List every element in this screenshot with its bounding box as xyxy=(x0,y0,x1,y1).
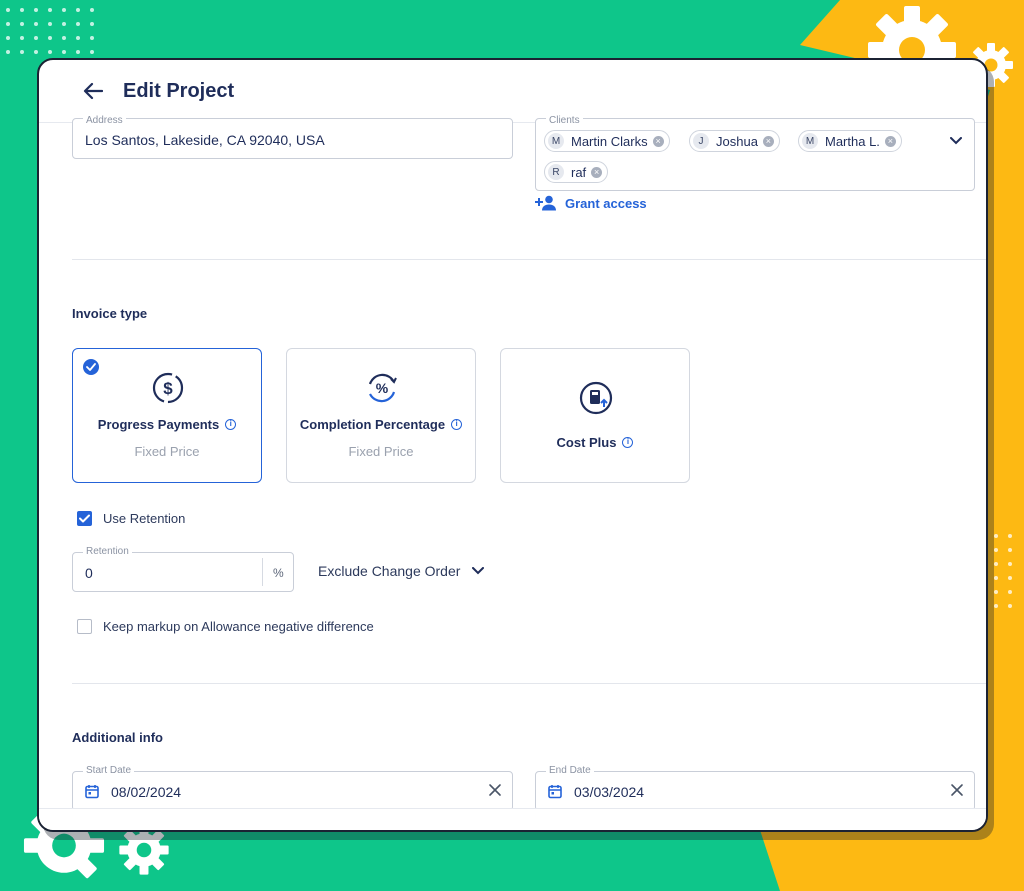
back-button[interactable] xyxy=(81,79,105,103)
address-field[interactable]: Address Los Santos, Lakeside, CA 92040, … xyxy=(72,115,513,159)
address-field-label: Address xyxy=(83,115,126,126)
calculator-icon xyxy=(579,381,613,415)
keep-markup-label: Keep markup on Allowance negative differ… xyxy=(103,619,374,634)
card-subtitle: Fixed Price xyxy=(348,444,414,459)
decorative-dots-top-left xyxy=(0,4,100,64)
invoice-type-heading: Invoice type xyxy=(72,306,148,321)
chevron-down-icon[interactable] xyxy=(950,137,962,145)
retention-unit: % xyxy=(273,566,284,580)
client-avatar: J xyxy=(693,133,709,149)
card-title-text: Cost Plus xyxy=(556,435,617,450)
use-retention-label: Use Retention xyxy=(103,511,186,526)
grant-access-label: Grant access xyxy=(565,195,647,211)
remove-chip-icon[interactable]: × xyxy=(652,135,664,147)
address-value: Los Santos, Lakeside, CA 92040, USA xyxy=(85,132,325,148)
remove-chip-icon[interactable]: × xyxy=(591,166,603,178)
clients-select[interactable]: Clients M Martin Clarks × J Joshua × M M… xyxy=(535,115,975,191)
grant-access-button[interactable]: Grant access xyxy=(535,195,647,211)
client-avatar: M xyxy=(802,133,818,149)
additional-info-heading: Additional info xyxy=(72,730,163,745)
end-date-value: 03/03/2024 xyxy=(574,784,645,800)
percent-cycle-icon: % xyxy=(368,373,397,403)
clear-start-date-icon[interactable] xyxy=(488,783,502,797)
invoice-card-completion-percentage[interactable]: % Completion Percentage Fixed Price xyxy=(286,348,476,483)
start-date-value: 08/02/2024 xyxy=(111,784,182,800)
card-subtitle: Fixed Price xyxy=(134,444,200,459)
decorative-dots-right xyxy=(990,530,1024,620)
add-user-icon xyxy=(535,195,556,211)
client-name: Martin Clarks xyxy=(571,133,648,149)
svg-text:$: $ xyxy=(163,379,173,398)
card-title: Completion Percentage xyxy=(287,417,475,432)
remove-chip-icon[interactable]: × xyxy=(762,135,774,147)
retention-field-label: Retention xyxy=(83,546,132,557)
start-date-field[interactable]: Start Date 08/02/2024 xyxy=(72,765,513,811)
exclude-change-order-dropdown[interactable]: Exclude Change Order xyxy=(318,563,485,579)
client-chip[interactable]: R raf × xyxy=(544,161,609,183)
retention-value: 0 xyxy=(85,565,93,581)
client-name: Martha L. xyxy=(825,133,880,149)
end-date-field[interactable]: End Date 03/03/2024 xyxy=(535,765,975,811)
end-date-label: End Date xyxy=(546,765,594,776)
clients-field-label: Clients xyxy=(546,115,583,126)
remove-chip-icon[interactable]: × xyxy=(884,135,896,147)
client-name: raf xyxy=(571,164,587,180)
info-icon[interactable] xyxy=(622,437,634,448)
info-icon[interactable] xyxy=(225,419,237,430)
retention-input[interactable]: Retention 0 % xyxy=(72,546,294,592)
dollar-cycle-icon: $ xyxy=(152,372,184,404)
invoice-card-cost-plus[interactable]: Cost Plus xyxy=(500,348,690,483)
card-title-text: Progress Payments xyxy=(97,417,220,432)
page-title: Edit Project xyxy=(123,79,235,102)
svg-text:%: % xyxy=(376,380,389,396)
section-divider xyxy=(72,683,986,684)
card-title: Cost Plus xyxy=(501,435,689,450)
header-bar: Edit Project xyxy=(39,60,986,123)
selected-check-icon xyxy=(83,359,99,375)
edit-project-window: Edit Project Address Los Santos, Lakesid… xyxy=(37,58,988,832)
client-avatar: R xyxy=(548,164,564,180)
window-footer xyxy=(39,808,986,830)
keep-markup-checkbox[interactable] xyxy=(77,619,92,634)
client-name: Joshua xyxy=(716,133,758,149)
use-retention-checkbox[interactable] xyxy=(77,511,92,526)
chevron-down-icon xyxy=(472,567,485,575)
section-divider xyxy=(72,259,986,260)
info-icon[interactable] xyxy=(451,419,463,430)
start-date-label: Start Date xyxy=(83,765,135,776)
calendar-icon xyxy=(85,785,99,799)
unit-separator xyxy=(262,558,263,586)
client-avatar: M xyxy=(548,133,564,149)
client-chip[interactable]: M Martha L. × xyxy=(798,130,902,152)
clear-end-date-icon[interactable] xyxy=(950,783,964,797)
exclude-change-order-label: Exclude Change Order xyxy=(318,563,461,579)
client-chip[interactable]: J Joshua × xyxy=(689,130,780,152)
invoice-card-progress-payments[interactable]: $ Progress Payments Fixed Price xyxy=(72,348,262,483)
calendar-icon xyxy=(548,785,562,799)
card-title-text: Completion Percentage xyxy=(299,417,446,432)
card-title: Progress Payments xyxy=(73,417,261,432)
client-chip[interactable]: M Martin Clarks × xyxy=(544,130,670,152)
arrow-left-icon xyxy=(83,82,103,100)
